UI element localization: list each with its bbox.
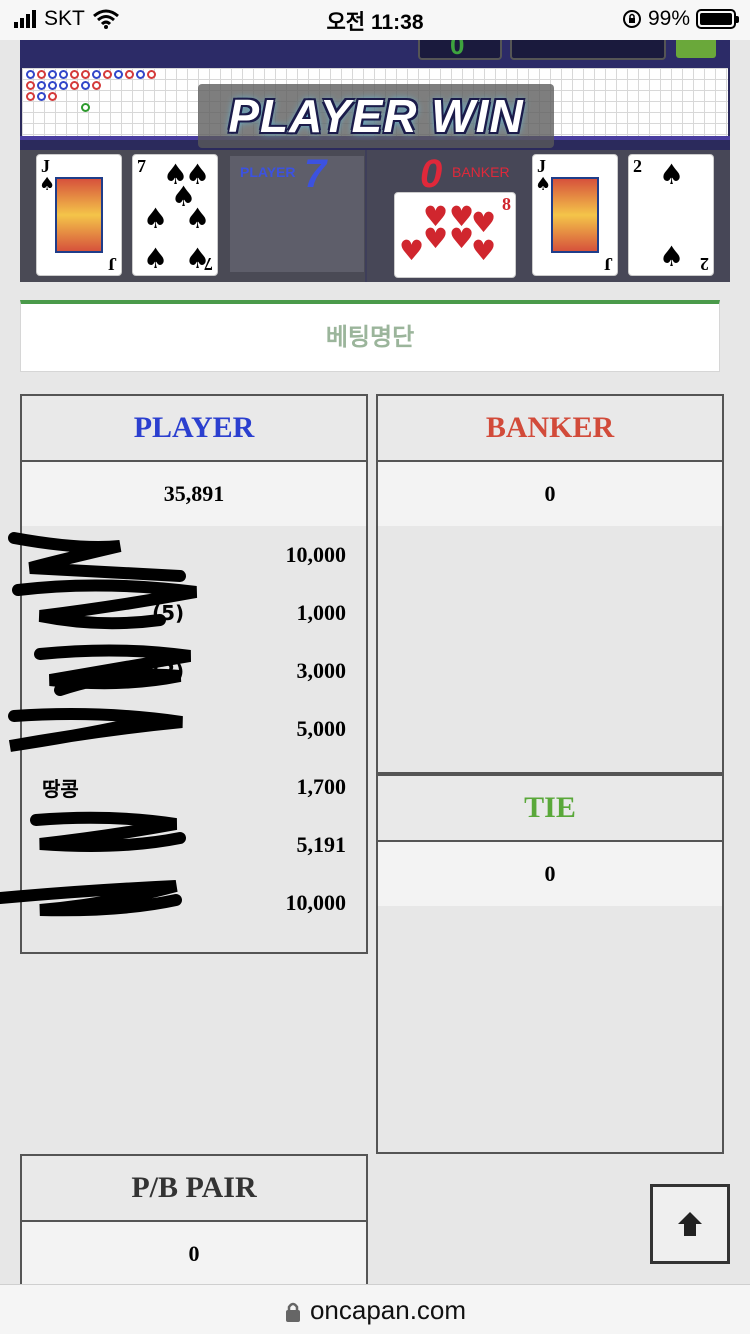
bet-row: 5,000 — [22, 700, 366, 758]
heart-icon: ♥ — [423, 222, 449, 255]
card-rank: 7 — [137, 156, 146, 176]
pair-total: 0 — [22, 1222, 366, 1286]
spade-icon: ♠ — [659, 158, 685, 191]
player-bet-list: 10,000 (5) 1,000 (2) 3,000 5,000 땅콩 1,700 5… — [22, 526, 366, 932]
card-rank-bottom: J — [604, 254, 613, 274]
bettor-name: (5) — [152, 601, 185, 625]
player-bets-panel: PLAYER 35,891 10,000 (5) 1,000 (2) 3,000 5… — [20, 394, 368, 954]
bet-row: (5) 1,000 — [22, 584, 366, 642]
top-counter-box: 0 — [418, 40, 502, 60]
bettor-name: 땅콩 — [42, 776, 79, 801]
player-total: 35,891 — [22, 462, 366, 526]
baccarat-game-view: 0 J ♠ J 7 ♠ ♠ ♠ ♠ ♠ ♠ ♠ 7 PLAYER 7 0 BAN… — [20, 40, 730, 282]
spade-icon: ♠ — [185, 202, 211, 235]
pair-bets-panel: P/B PAIR 0 — [20, 1154, 368, 1294]
tie-total: 0 — [378, 842, 722, 906]
bet-amount: 10,000 — [285, 542, 347, 567]
top-info-box — [510, 40, 666, 60]
banker-card-3: 2 ♠ ♠ 2 — [628, 154, 714, 276]
betting-list-header[interactable]: 베팅명단 — [20, 300, 720, 372]
bet-amount: 1,700 — [296, 774, 347, 799]
betting-list-title: 베팅명단 — [325, 323, 415, 351]
player-panel-header: PLAYER — [22, 396, 366, 462]
game-top-band: 0 — [20, 40, 730, 68]
banker-card-2: J ♠ J — [532, 154, 618, 276]
player-label: PLAYER — [240, 164, 296, 180]
card-rank: 2 — [633, 156, 642, 176]
top-green-button[interactable] — [676, 40, 716, 58]
jack-face-icon — [551, 177, 599, 253]
top-counter: 0 — [450, 40, 465, 60]
status-bar: SKT 오전 11:38 99% — [0, 0, 750, 40]
tie-panel-header: TIE — [378, 776, 722, 842]
spade-icon: ♠ — [143, 242, 169, 275]
card-rank-bottom: 7 — [204, 254, 213, 274]
spade-icon: ♠ — [143, 202, 169, 235]
bet-amount: 10,000 — [285, 890, 347, 915]
heart-icon: ♥ — [471, 234, 497, 267]
banker-bets-panel: BANKER 0 — [376, 394, 724, 774]
jack-face-icon — [55, 177, 103, 253]
bet-amount: 1,000 — [296, 600, 347, 625]
url-domain: oncapan.com — [309, 1295, 467, 1325]
banker-panel-header: BANKER — [378, 396, 722, 462]
bead-road-dots — [26, 70, 158, 114]
player-score: 7 — [304, 152, 327, 196]
orientation-lock-icon — [622, 10, 641, 28]
browser-url-bar[interactable]: oncapan.com — [0, 1284, 750, 1334]
banker-score: 0 — [420, 152, 443, 196]
spade-icon: ♠ — [39, 174, 56, 195]
battery-icon — [696, 9, 739, 29]
cards-area: J ♠ J 7 ♠ ♠ ♠ ♠ ♠ ♠ ♠ 7 PLAYER 7 0 BANKE… — [20, 150, 730, 282]
arrow-up-icon — [678, 1212, 702, 1236]
heart-icon: ♥ — [471, 206, 497, 239]
pair-panel-header: P/B PAIR — [22, 1156, 366, 1222]
bet-amount: 5,000 — [296, 716, 347, 741]
bet-row: (2) 3,000 — [22, 642, 366, 700]
status-right: 99% — [622, 7, 739, 31]
bet-amount: 3,000 — [296, 658, 347, 683]
win-banner: PLAYER WIN — [198, 84, 554, 148]
banker-card-1: ♥ ♥ ♥ ♥ ♥ ♥ ♥ 8 — [394, 192, 516, 278]
card-rank-bottom: 2 — [700, 254, 709, 274]
bet-row: 10,000 — [22, 874, 366, 932]
bet-row: 10,000 — [22, 526, 366, 584]
bet-amount: 5,191 — [296, 832, 347, 857]
spade-icon: ♠ — [535, 174, 552, 195]
card-rank-bottom: J — [108, 254, 117, 274]
bettor-name: (2) — [152, 659, 185, 683]
bet-row: 5,191 — [22, 816, 366, 874]
banker-total: 0 — [378, 462, 722, 526]
banker-label: BANKER — [452, 164, 510, 180]
heart-icon: ♥ — [399, 234, 425, 267]
win-banner-text: PLAYER WIN — [228, 90, 524, 142]
battery-percent: 99% — [647, 7, 690, 30]
player-card-1: J ♠ J — [36, 154, 122, 276]
card-rank: 8 — [502, 194, 511, 214]
spade-icon: ♠ — [659, 240, 685, 273]
scroll-to-top-button[interactable] — [650, 1184, 730, 1264]
player-card-2: 7 ♠ ♠ ♠ ♠ ♠ ♠ ♠ 7 — [132, 154, 218, 276]
lock-icon — [285, 1302, 300, 1323]
tie-bets-panel: TIE 0 — [376, 774, 724, 1154]
bet-row: 땅콩 1,700 — [22, 758, 366, 816]
